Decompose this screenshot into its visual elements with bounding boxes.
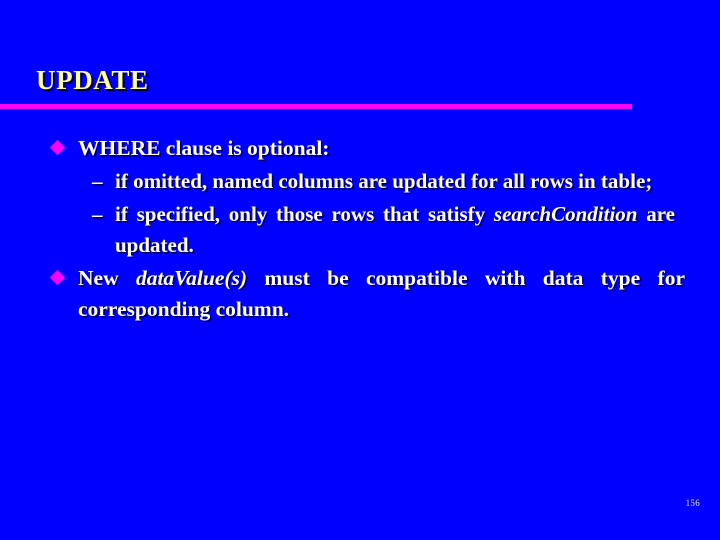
bullet-item-level2-if-omitted: – if omitted, named columns are updated … xyxy=(0,166,720,197)
diamond-bullet-icon xyxy=(49,139,66,156)
bullet-text-before: New xyxy=(78,266,136,290)
title-area: UPDATE xyxy=(0,64,720,112)
bullet-item-level1-new-datavalue: New dataValue(s) must be compatible with… xyxy=(0,263,720,325)
bullet-text: WHERE clause is optional: xyxy=(78,136,330,160)
en-dash-bullet-icon: – xyxy=(92,202,103,226)
slide-body: WHERE clause is optional: – if omitted, … xyxy=(0,133,720,327)
page-number: 156 xyxy=(685,498,700,508)
bullet-item-level1-where: WHERE clause is optional: xyxy=(0,133,720,164)
page-title: UPDATE xyxy=(36,65,149,95)
emphasis-term-search-condition: searchCondition xyxy=(493,202,638,226)
bullet-item-level2-if-specified: – if specified, only those rows that sat… xyxy=(0,199,720,261)
diamond-bullet-icon xyxy=(49,269,66,286)
en-dash-bullet-icon: – xyxy=(92,169,103,193)
bullet-text-before: if specified, only those rows that satis… xyxy=(115,202,494,226)
slide-canvas: UPDATE WHERE clause is optional: – if om… xyxy=(0,0,720,540)
bullet-text: if omitted, named columns are updated fo… xyxy=(115,169,653,193)
title-underline-rule xyxy=(0,104,632,109)
emphasis-term-data-value: dataValue(s) xyxy=(135,266,248,290)
